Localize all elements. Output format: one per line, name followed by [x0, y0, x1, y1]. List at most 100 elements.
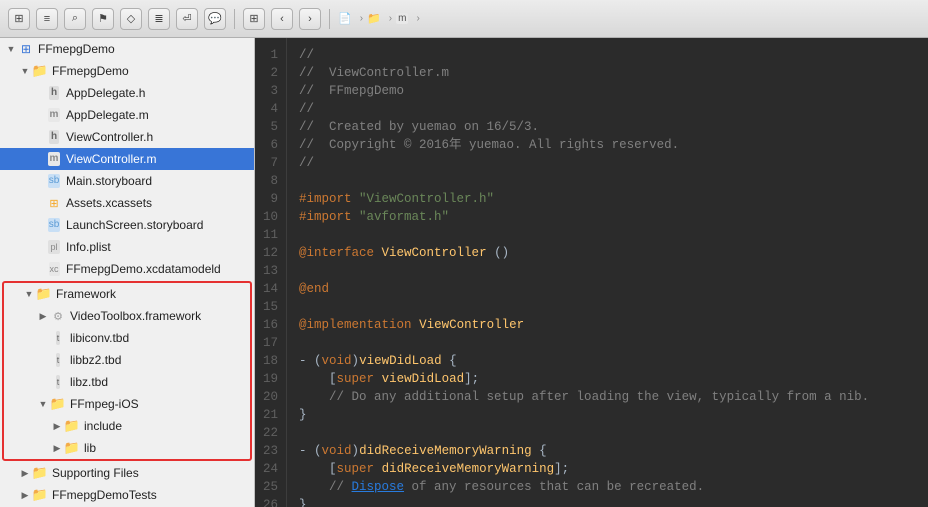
code-line-10: #import "avformat.h" [299, 208, 928, 226]
tree-icon-include: 📁 [64, 418, 80, 434]
tree-icon-lib: 📁 [64, 440, 80, 456]
editor-toggle-btn[interactable]: ≡ [36, 8, 58, 30]
tree-arrow-ffmepg-group[interactable] [18, 64, 32, 78]
code-line-19: [super viewDidLoad]; [299, 370, 928, 388]
line-num-20: 20 [263, 388, 278, 406]
line-num-6: 6 [263, 136, 278, 154]
tree-item-libiconv-tbd[interactable]: tlibiconv.tbd [4, 327, 250, 349]
line-num-8: 8 [263, 172, 278, 190]
tree-icon-ffmepg-group: 📁 [32, 63, 48, 79]
sep1 [234, 9, 235, 29]
breadcrumb-m-icon: m [396, 13, 408, 24]
tree-item-root-proj[interactable]: ⊞FFmepgDemo [0, 38, 254, 60]
code-line-25: // Dispose of any resources that can be … [299, 478, 928, 496]
code-line-17 [299, 334, 928, 352]
tree-item-include[interactable]: 📁 include [4, 415, 250, 437]
tree-icon-viewcontroller-m: m [46, 151, 62, 167]
tree-item-viewcontroller-m[interactable]: mViewController.m [0, 148, 254, 170]
tree-item-libz-tbd[interactable]: tlibz.tbd [4, 371, 250, 393]
line-numbers: 1234567891011121314151617181920212223242… [255, 38, 287, 507]
code-editor[interactable]: 1234567891011121314151617181920212223242… [255, 38, 928, 507]
tree-label-info-plist: Info.plist [66, 240, 111, 254]
tree-label-ffmepgdemo-tests: FFmepgDemoTests [52, 488, 157, 502]
nav-fwd-btn[interactable]: › [299, 8, 321, 30]
tree-arrow-ffmepgdemo-tests[interactable] [18, 488, 32, 502]
tree-item-main-storyboard[interactable]: sbMain.storyboard [0, 170, 254, 192]
nav-grid-btn[interactable]: ⊞ [243, 8, 265, 30]
line-num-22: 22 [263, 424, 278, 442]
sidebar-toggle-btn[interactable]: ⊞ [8, 8, 30, 30]
tree-label-videotoolbox-framework: VideoToolbox.framework [70, 309, 201, 323]
tree-item-appdelegate-m[interactable]: mAppDelegate.m [0, 104, 254, 126]
tree-label-appdelegate-m: AppDelegate.m [66, 108, 149, 122]
tree-item-ffmepg-group[interactable]: 📁FFmepgDemo [0, 60, 254, 82]
tree-label-ffmepgdemo-xcdatamodeld: FFmepgDemo.xcdatamodeld [66, 262, 221, 276]
tree-arrow-supporting-files[interactable] [18, 466, 32, 480]
tree-item-supporting-files[interactable]: 📁Supporting Files [0, 462, 254, 484]
line-num-10: 10 [263, 208, 278, 226]
diamond-btn[interactable]: ◇ [120, 8, 142, 30]
tree-label-libiconv-tbd: libiconv.tbd [70, 331, 129, 345]
tree-arrow-include[interactable] [50, 419, 64, 433]
tree-arrow-lib[interactable] [50, 441, 64, 455]
tree-label-launchscreen-storyboard: LaunchScreen.storyboard [66, 218, 203, 232]
tree-item-launchscreen-storyboard[interactable]: sbLaunchScreen.storyboard [0, 214, 254, 236]
code-line-22 [299, 424, 928, 442]
tree-label-framework: Framework [56, 287, 116, 301]
jump-btn[interactable]: ⏎ [176, 8, 198, 30]
tree-icon-root-proj: ⊞ [18, 41, 34, 57]
code-line-26: } [299, 496, 928, 507]
line-num-23: 23 [263, 442, 278, 460]
framework-group: 📁Framework⚙VideoToolbox.frameworktlibico… [2, 281, 252, 461]
breadcrumb: 📄 › 📁 › m › [338, 12, 424, 25]
nav-back-btn[interactable]: ‹ [271, 8, 293, 30]
tree-icon-videotoolbox-framework: ⚙ [50, 308, 66, 324]
line-num-9: 9 [263, 190, 278, 208]
tree-label-include: include [84, 419, 122, 433]
code-line-20: // Do any additional setup after loading… [299, 388, 928, 406]
tree-item-libbz2-tbd[interactable]: tlibbz2.tbd [4, 349, 250, 371]
tree-arrow-root-proj[interactable] [4, 42, 18, 56]
code-line-24: [super didReceiveMemoryWarning]; [299, 460, 928, 478]
tree-arrow-videotoolbox-framework[interactable] [36, 309, 50, 323]
tree-label-appdelegate-h: AppDelegate.h [66, 86, 145, 100]
file-navigator: ⊞FFmepgDemo📁FFmepgDemohAppDelegate.hmApp… [0, 38, 255, 507]
sep2 [329, 9, 330, 29]
code-content: //// ViewController.m// FFmepgDemo//// C… [287, 38, 928, 507]
tree-icon-viewcontroller-h: h [46, 129, 62, 145]
list-btn[interactable]: ≣ [148, 8, 170, 30]
tree-item-appdelegate-h[interactable]: h AppDelegate.h [0, 82, 254, 104]
comment-btn[interactable]: 💬 [204, 8, 226, 30]
tree-item-videotoolbox-framework[interactable]: ⚙ VideoToolbox.framework [4, 305, 250, 327]
tree-item-lib[interactable]: 📁lib [4, 437, 250, 459]
tree-icon-libz-tbd: t [50, 374, 66, 390]
tree-arrow-framework[interactable] [22, 287, 36, 301]
tree-item-assets-xcassets[interactable]: ⊞Assets.xcassets [0, 192, 254, 214]
tree-item-viewcontroller-h[interactable]: hViewController.h [0, 126, 254, 148]
tree-item-ffmpeg-ios[interactable]: 📁FFmpeg-iOS [4, 393, 250, 415]
tree-item-ffmepgdemo-tests[interactable]: 📁 FFmepgDemoTests [0, 484, 254, 506]
code-line-23: - (void)didReceiveMemoryWarning { [299, 442, 928, 460]
code-line-14: @end [299, 280, 928, 298]
tree-icon-main-storyboard: sb [46, 173, 62, 189]
tree-icon-ffmepgdemo-tests: 📁 [32, 487, 48, 503]
search-btn[interactable]: ⌕ [64, 8, 86, 30]
tree-item-ffmepgdemo-xcdatamodeld[interactable]: xcFFmepgDemo.xcdatamodeld [0, 258, 254, 280]
line-num-2: 2 [263, 64, 278, 82]
code-line-13 [299, 262, 928, 280]
code-line-9: #import "ViewController.h" [299, 190, 928, 208]
tree-icon-appdelegate-h: h [46, 85, 62, 101]
tree-item-info-plist[interactable]: plInfo.plist [0, 236, 254, 258]
line-num-21: 21 [263, 406, 278, 424]
warning-btn[interactable]: ⚑ [92, 8, 114, 30]
line-num-26: 26 [263, 496, 278, 507]
line-num-5: 5 [263, 118, 278, 136]
tree-item-framework[interactable]: 📁Framework [4, 283, 250, 305]
code-line-5: // Created by yuemao on 16/5/3. [299, 118, 928, 136]
line-num-3: 3 [263, 82, 278, 100]
code-line-3: // FFmepgDemo [299, 82, 928, 100]
line-num-11: 11 [263, 226, 278, 244]
code-line-2: // ViewController.m [299, 64, 928, 82]
code-line-6: // Copyright © 2016年 yuemao. All rights … [299, 136, 928, 154]
tree-arrow-ffmpeg-ios[interactable] [36, 397, 50, 411]
